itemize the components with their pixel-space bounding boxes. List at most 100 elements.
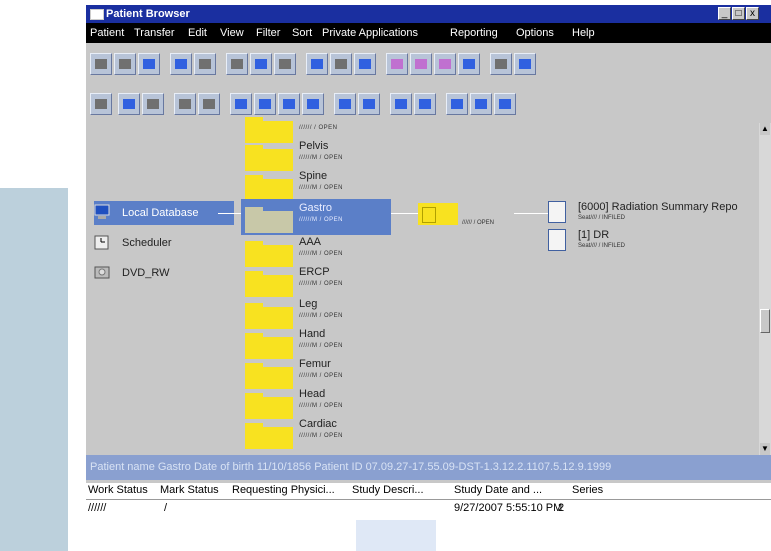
delete-icon[interactable] (490, 53, 512, 75)
split-icon[interactable] (142, 93, 164, 115)
menu-transfer[interactable]: Transfer (134, 23, 175, 43)
study-name: Femur (299, 358, 331, 370)
patient-register-icon[interactable] (90, 53, 112, 75)
study-name: ERCP (299, 266, 330, 278)
question-icon[interactable] (390, 93, 412, 115)
column-requesting-physician[interactable]: Requesting Physici... (232, 484, 335, 496)
cell-study-date[interactable]: 9/27/2007 5:55:10 PM (454, 502, 562, 514)
flag-icon[interactable] (434, 53, 456, 75)
column-series[interactable]: Series (572, 484, 603, 496)
scroll-thumb[interactable] (760, 309, 770, 333)
series-item-radiation-summary[interactable]: [6000] Radiation Summary Repo Seat//// /… (548, 201, 763, 225)
menu-private-applications[interactable]: Private Applications (322, 23, 418, 43)
source-label: Local Database (122, 207, 199, 219)
study-status: //////M / OPEN (299, 433, 344, 439)
column-mark-status[interactable]: Mark Status (160, 484, 219, 496)
send-icon[interactable] (250, 53, 272, 75)
minimize-button[interactable]: _ (718, 7, 731, 20)
secondary-toolbar (86, 85, 771, 123)
copy-icon[interactable] (306, 53, 328, 75)
study-status: //////M / OPEN (299, 155, 344, 161)
folder-icon (245, 271, 293, 297)
source-dvd-rw[interactable]: DVD_RW (94, 261, 234, 285)
tree-connector (218, 213, 241, 214)
menu-view[interactable]: View (220, 23, 244, 43)
patient-edit-icon[interactable] (114, 53, 136, 75)
grid-highlight (356, 520, 436, 551)
source-local-database[interactable]: Local Database (94, 201, 234, 225)
title-bar: Patient Browser _ □ x (86, 5, 771, 23)
column-study-date[interactable]: Study Date and ... (454, 484, 542, 496)
study-node-status: ////// / OPEN (462, 220, 495, 226)
study-status: //////M / OPEN (299, 281, 344, 287)
patient-info-icon[interactable] (138, 53, 160, 75)
maximize-button[interactable]: □ (732, 7, 745, 20)
check-icon[interactable] (90, 93, 112, 115)
study-name: AAA (299, 236, 322, 248)
menu-patient[interactable]: Patient (90, 23, 124, 43)
document-icon[interactable] (446, 93, 468, 115)
study-folder-spine[interactable]: Spine //////M / OPEN (241, 167, 391, 203)
study-folder-cardiac[interactable]: Cardiac //////M / OPEN (241, 415, 391, 451)
menu-edit[interactable]: Edit (188, 23, 207, 43)
import-icon[interactable] (194, 53, 216, 75)
study-name: Spine (299, 170, 328, 182)
help-query-icon[interactable] (414, 93, 436, 115)
pointer-icon[interactable] (198, 93, 220, 115)
print-icon[interactable] (274, 53, 296, 75)
window-icon[interactable] (174, 93, 196, 115)
unmark-icon[interactable] (410, 53, 432, 75)
study-node-icon[interactable] (418, 203, 458, 225)
series-item-dr[interactable]: [1] DR Seat//// / INFILED (548, 229, 763, 253)
study-grid-body: ////// / 9/27/2007 5:55:10 PM 2 (86, 500, 771, 551)
study-name: Leg (299, 298, 318, 310)
report-icon[interactable] (470, 93, 492, 115)
clock-icon (94, 234, 110, 250)
menu-reporting[interactable]: Reporting (450, 23, 498, 43)
menu-help[interactable]: Help (572, 23, 595, 43)
transfer-icon[interactable] (170, 53, 192, 75)
study-name: Hand (299, 328, 326, 340)
column-work-status[interactable]: Work Status (88, 484, 148, 496)
column-study-description[interactable]: Study Descri... (352, 484, 424, 496)
mark-icon[interactable] (386, 53, 408, 75)
film-icon[interactable] (514, 53, 536, 75)
source-label: DVD_RW (122, 267, 170, 279)
study-status: //////M / OPEN (299, 185, 344, 191)
series-status: Seat//// / INFILED (578, 215, 626, 221)
tree-scrollbar[interactable]: ▲ ▼ (759, 123, 771, 455)
series-status: Seat//// / INFILED (578, 243, 626, 249)
move-right-icon[interactable] (118, 93, 140, 115)
series-name: [1] DR (578, 229, 610, 241)
archive-icon[interactable] (226, 53, 248, 75)
close-button[interactable]: x (746, 7, 759, 20)
scroll-down-icon[interactable]: ▼ (760, 443, 770, 455)
menu-options[interactable]: Options (516, 23, 554, 43)
cut-icon[interactable] (330, 53, 352, 75)
image-icon (548, 229, 566, 251)
series-name: [6000] Radiation Summary Repo (578, 201, 738, 213)
menu-sort[interactable]: Sort (292, 23, 312, 43)
study-status: //////M / OPEN (299, 251, 344, 257)
study-status: //////M / OPEN (299, 373, 344, 379)
disc-drive-icon (94, 264, 110, 280)
folder-icon (245, 175, 293, 201)
paste-icon[interactable] (354, 53, 376, 75)
study-name: Gastro (299, 202, 333, 214)
study-status: //////M / OPEN (299, 217, 344, 223)
refresh-icon[interactable] (458, 53, 480, 75)
menu-filter[interactable]: Filter (256, 23, 280, 43)
monitor-icon (94, 204, 110, 220)
study-folder-gastro[interactable]: Gastro //////M / OPEN (241, 199, 391, 235)
export-icon[interactable] (494, 93, 516, 115)
cell-mark-status[interactable]: / (164, 502, 167, 514)
side-panel (0, 188, 68, 551)
main-toolbar (86, 45, 771, 83)
study-folder-ercp[interactable]: ERCP //////M / OPEN (241, 263, 391, 299)
scroll-up-icon[interactable]: ▲ (760, 123, 770, 135)
cell-work-status[interactable]: ////// (88, 502, 106, 514)
cell-series[interactable]: 2 (558, 502, 564, 514)
study-status: //////M / OPEN (299, 403, 344, 409)
source-scheduler[interactable]: Scheduler (94, 231, 234, 255)
study-name: Pelvis (299, 140, 329, 152)
